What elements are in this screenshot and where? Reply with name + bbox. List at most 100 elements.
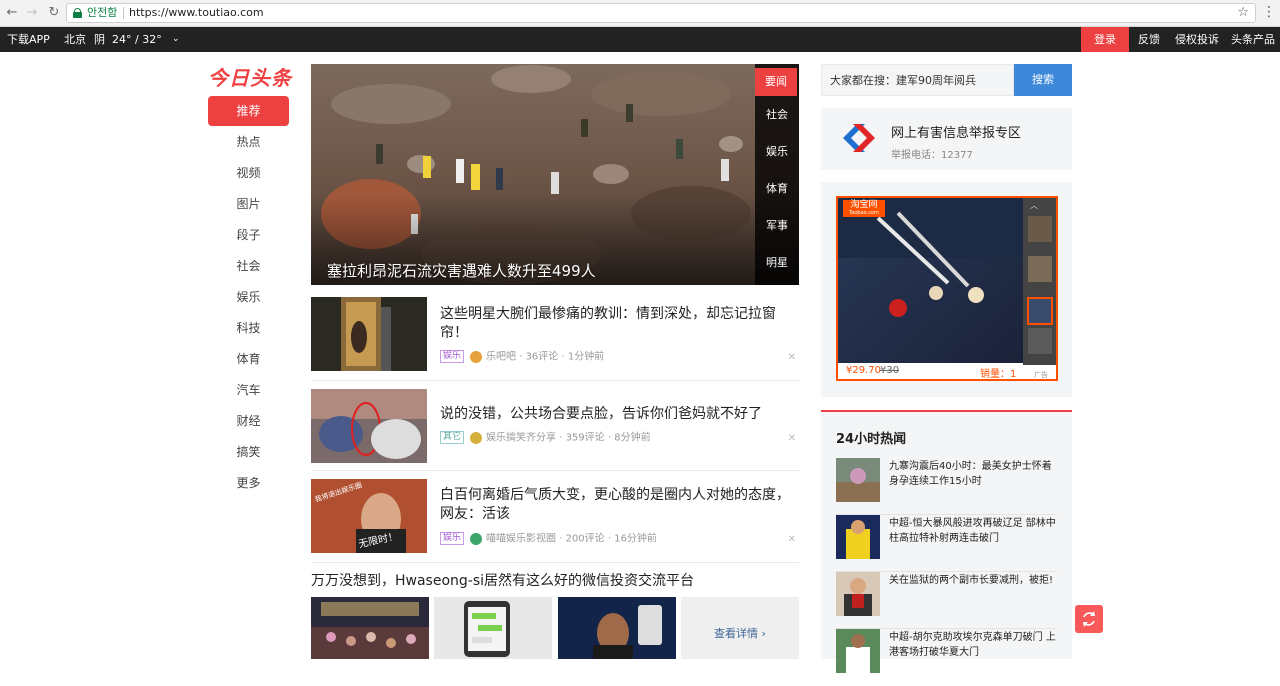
category-tag[interactable]: 其它 xyxy=(440,431,465,444)
comment-count[interactable]: 359评论 xyxy=(566,433,605,444)
avatar[interactable] xyxy=(470,350,483,363)
gallery-article-title[interactable]: 万万没想到，Hwaseong-si居然有这么好的微信投资交流平台 xyxy=(311,570,694,590)
report-title[interactable]: 网上有害信息举报专区 xyxy=(891,122,1021,141)
url-text[interactable]: https://www.toutiao.com xyxy=(129,4,264,22)
reload-icon[interactable]: ↻ xyxy=(46,5,62,21)
feedback-link[interactable]: 反馈 xyxy=(1138,27,1160,52)
feed-title[interactable]: 说的没错，公共场合要点脸，告诉你们爸妈就不好了 xyxy=(440,405,796,424)
address-bar[interactable]: 안전함 https://www.toutiao.com ☆ xyxy=(66,3,1256,23)
weather-city[interactable]: 北京 xyxy=(64,27,86,52)
taobao-brand: 淘宝网 Taobao.com xyxy=(843,200,885,217)
hero-tab-society[interactable]: 社会 xyxy=(755,96,799,133)
source-name[interactable]: 乐吧吧 xyxy=(486,352,516,363)
taobao-ad[interactable]: 淘宝网 Taobao.com ¥29.70 ¥30 销量：1 广告 xyxy=(836,196,1058,381)
publish-time: 8分钟前 xyxy=(614,432,651,444)
gallery-images[interactable]: 查看详情 › xyxy=(311,597,799,659)
hero-tab-military[interactable]: 军事 xyxy=(755,207,799,244)
hot-news-item[interactable]: 九寨沟震后40小时：最美女护士怀着身孕连续工作15小时 xyxy=(836,458,1057,515)
back-arrow-icon[interactable]: ← xyxy=(4,5,20,21)
refresh-button[interactable] xyxy=(1075,605,1103,633)
ad-price: ¥29.70 xyxy=(846,365,881,376)
feed-thumbnail[interactable]: 我将退出娱乐圈 无限时！ xyxy=(311,479,427,553)
source-name[interactable]: 喵喵娱乐影视圈 xyxy=(486,534,556,545)
comment-count[interactable]: 200评论 xyxy=(566,534,605,545)
hero-slide[interactable]: 塞拉利昂泥石流灾害遇难人数升至499人 xyxy=(311,64,799,285)
hot-news-item[interactable]: 中超-恒大暴风般进攻再破辽足 郜林中柱高拉特补射两连击破门 xyxy=(836,515,1057,572)
avatar[interactable] xyxy=(470,431,483,444)
hot-news-thumbnail[interactable] xyxy=(836,458,880,502)
ad-brand-sub: Taobao.com xyxy=(849,210,879,216)
close-icon[interactable]: ✕ xyxy=(788,352,796,363)
login-button[interactable]: 登录 xyxy=(1081,27,1129,52)
ad-brand-name: 淘宝网 xyxy=(850,200,878,210)
channel-jokes[interactable]: 段子 xyxy=(208,220,289,251)
feed-meta: 其它 娱乐搞笑齐分享 · 359评论 · 8分钟前 xyxy=(440,431,651,445)
channel-finance[interactable]: 财经 xyxy=(208,406,289,437)
avatar[interactable] xyxy=(470,532,483,545)
hot-news-text[interactable]: 中超-胡尔克助攻埃尔克森单刀破门 上港客场打破华夏大门 xyxy=(889,630,1057,660)
forward-arrow-icon[interactable]: → xyxy=(24,5,40,21)
feed-title[interactable]: 白百何离婚后气质大变，更心酸的是圈内人对她的态度，网友：活该 xyxy=(440,486,796,524)
search-input[interactable] xyxy=(821,64,1014,96)
feed-thumbnail[interactable] xyxy=(311,297,427,371)
channel-video[interactable]: 视频 xyxy=(208,158,289,189)
hot-news-item[interactable]: 关在监狱的两个副市长要减刑，被拒! xyxy=(836,572,1057,629)
complaint-link[interactable]: 侵权投诉 xyxy=(1175,27,1219,52)
close-icon[interactable]: ✕ xyxy=(788,433,796,444)
channel-funny[interactable]: 搞笑 xyxy=(208,437,289,468)
download-app-link[interactable]: 下载APP xyxy=(7,27,50,52)
hot-news-item[interactable]: 中超-胡尔克助攻埃尔克森单刀破门 上港客场打破华夏大门 xyxy=(836,629,1057,686)
gallery-thumbnail[interactable] xyxy=(311,597,429,659)
feed-item[interactable]: 说的没错，公共场合要点脸，告诉你们爸妈就不好了 其它 娱乐搞笑齐分享 · 359评… xyxy=(311,389,799,471)
hot-news-text[interactable]: 关在监狱的两个副市长要减刑，被拒! xyxy=(889,573,1057,588)
secure-label: 안전함 xyxy=(87,6,118,19)
ad-thumbnail-strip[interactable] xyxy=(1023,198,1056,365)
category-tag[interactable]: 娱乐 xyxy=(440,350,465,363)
channel-more[interactable]: 更多 xyxy=(208,468,289,499)
hot-news-title: 24小时热闻 xyxy=(836,432,907,447)
hero-tab-celebrity[interactable]: 明星 xyxy=(755,244,799,281)
gallery-thumbnail[interactable] xyxy=(434,597,552,659)
hot-news-thumbnail[interactable] xyxy=(836,629,880,673)
channel-hot[interactable]: 热点 xyxy=(208,127,289,158)
gallery-thumbnail[interactable] xyxy=(558,597,676,659)
chevron-down-icon[interactable]: ⌄ xyxy=(172,27,180,52)
comment-count[interactable]: 36评论 xyxy=(526,352,559,363)
products-link[interactable]: 头条产品 xyxy=(1231,27,1275,52)
browser-menu-icon[interactable]: ⋮ xyxy=(1262,4,1276,20)
view-details-button[interactable]: 查看详情 › xyxy=(681,597,799,659)
feed-meta: 娱乐 喵喵娱乐影视圈 · 200评论 · 16分钟前 xyxy=(440,532,657,546)
report-banner[interactable]: 网上有害信息举报专区 举报电话：12377 xyxy=(821,108,1072,170)
feed-item[interactable]: 我将退出娱乐圈 无限时！ 白百何离婚后气质大变，更心酸的是圈内人对她的态度，网友… xyxy=(311,479,799,563)
feed-thumbnail[interactable] xyxy=(311,389,427,463)
source-name[interactable]: 娱乐搞笑齐分享 xyxy=(486,433,556,444)
refresh-icon xyxy=(1083,611,1095,627)
hero-tab-news[interactable]: 要闻 xyxy=(755,68,797,96)
hot-news-text[interactable]: 中超-恒大暴风般进攻再破辽足 郜林中柱高拉特补射两连击破门 xyxy=(889,516,1057,546)
ad-label: 广告 xyxy=(1034,371,1048,379)
feed-title[interactable]: 这些明星大腕们最惨痛的教训：情到深处，却忘记拉窗帘！ xyxy=(440,305,796,343)
hot-news-thumbnail[interactable] xyxy=(836,515,880,559)
hero-tab-entertainment[interactable]: 娱乐 xyxy=(755,133,799,170)
channel-auto[interactable]: 汽车 xyxy=(208,375,289,406)
hot-news-text[interactable]: 九寨沟震后40小时：最美女护士怀着身孕连续工作15小时 xyxy=(889,459,1057,489)
close-icon[interactable]: ✕ xyxy=(788,534,796,545)
channel-images[interactable]: 图片 xyxy=(208,189,289,220)
category-tag[interactable]: 娱乐 xyxy=(440,532,465,545)
weather-condition: 阴 xyxy=(94,33,105,46)
hot-news-thumbnail[interactable] xyxy=(836,572,880,616)
feed-item[interactable]: 这些明星大腕们最惨痛的教训：情到深处，却忘记拉窗帘！ 娱乐 乐吧吧 · 36评论 … xyxy=(311,297,799,381)
feed-meta: 娱乐 乐吧吧 · 36评论 · 1分钟前 xyxy=(440,350,604,364)
channel-entertainment[interactable]: 娱乐 xyxy=(208,282,289,313)
search-button[interactable]: 搜索 xyxy=(1014,64,1072,96)
channel-society[interactable]: 社会 xyxy=(208,251,289,282)
hero-title[interactable]: 塞拉利昂泥石流灾害遇难人数升至499人 xyxy=(327,260,596,281)
hero-tab-sports[interactable]: 体育 xyxy=(755,170,799,207)
channel-sports[interactable]: 体育 xyxy=(208,344,289,375)
site-logo[interactable]: 今日头条 xyxy=(208,62,292,91)
bookmark-star-icon[interactable]: ☆ xyxy=(1237,4,1249,22)
hot-news-panel: 24小时热闻 九寨沟震后40小时：最美女护士怀着身孕连续工作15小时 中超-恒大… xyxy=(821,410,1072,673)
channel-tech[interactable]: 科技 xyxy=(208,313,289,344)
chevron-up-icon[interactable]: ︿ xyxy=(1030,200,1038,211)
channel-recommend[interactable]: 推荐 xyxy=(208,96,289,126)
